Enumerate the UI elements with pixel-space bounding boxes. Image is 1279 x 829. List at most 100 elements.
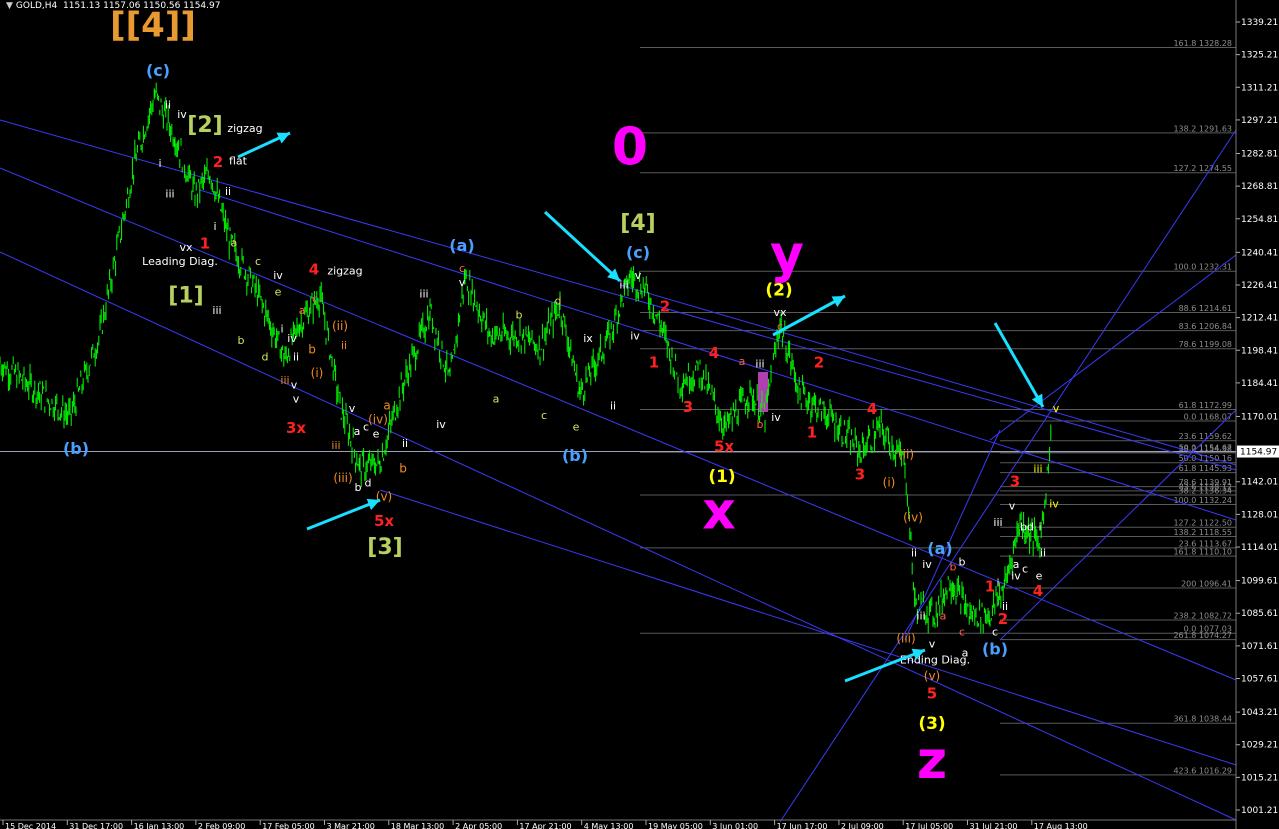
fib-label: 61.8 1172.99 bbox=[1179, 401, 1232, 410]
wave-label: [4] bbox=[620, 211, 655, 236]
wave-label: iii bbox=[331, 439, 340, 452]
fib-label: 261.8 1074.27 bbox=[1173, 631, 1232, 640]
wave-label: ix bbox=[583, 332, 593, 345]
wave-label: 3x bbox=[286, 419, 306, 437]
wave-label: i bbox=[280, 323, 283, 336]
fib-label: 361.8 1038.44 bbox=[1173, 715, 1232, 724]
time-tick-label: 17 Aug 13:00 bbox=[1034, 822, 1088, 829]
wave-label: v bbox=[459, 276, 466, 289]
fib-label: 78.6 1199.08 bbox=[1179, 340, 1232, 349]
wave-label: x bbox=[702, 481, 736, 541]
wave-label: a bbox=[354, 425, 361, 438]
wave-label: v bbox=[291, 379, 298, 392]
wave-label: 4 bbox=[867, 400, 877, 418]
wave-label: (b) bbox=[562, 446, 588, 465]
wave-label: 5 bbox=[927, 685, 937, 703]
wave-label: (a) bbox=[449, 236, 474, 255]
fib-label: 423.6 1016.29 bbox=[1173, 766, 1232, 775]
wave-label: ii bbox=[293, 351, 299, 364]
fib-label: 200 1096.41 bbox=[1181, 580, 1232, 589]
price-tick-label: 1142.01 bbox=[1241, 478, 1278, 488]
wave-label: b bbox=[355, 481, 362, 494]
fib-label: 0.0 1168.07 bbox=[1184, 412, 1232, 421]
collapse-icon[interactable]: ▼ bbox=[6, 1, 13, 11]
wave-label: c bbox=[459, 262, 465, 275]
wave-label: iii bbox=[1033, 462, 1042, 475]
wave-label: c bbox=[312, 292, 318, 305]
fib-label: 127.2 1274.55 bbox=[1173, 164, 1232, 173]
time-tick-label: 17 Jul 05:00 bbox=[905, 822, 953, 829]
price-tick-label: 1170.01 bbox=[1241, 412, 1278, 422]
fib-label: 138.2 1291.63 bbox=[1173, 124, 1232, 133]
wave-label: 3 bbox=[683, 398, 693, 416]
wave-label: ii bbox=[165, 99, 171, 112]
wave-label: (iv) bbox=[368, 412, 388, 426]
wave-label: b bbox=[399, 461, 407, 475]
wave-label: 5x bbox=[374, 512, 394, 530]
wave-label: b bbox=[238, 334, 245, 347]
wave-label: (v) bbox=[924, 669, 940, 683]
wave-label: b bbox=[757, 418, 764, 431]
time-tick-label: 31 Jul 21:00 bbox=[970, 822, 1018, 829]
wave-label: (i) bbox=[311, 366, 324, 380]
wave-label: iii bbox=[755, 358, 764, 371]
price-tick-label: 1254.81 bbox=[1241, 215, 1278, 225]
time-tick-label: 2 Jul 09:00 bbox=[841, 822, 884, 829]
wave-label: iii bbox=[916, 609, 925, 622]
fib-label: 238.2 1082.72 bbox=[1173, 611, 1232, 620]
wave-label: c bbox=[959, 626, 965, 639]
wave-label: zigzag bbox=[327, 264, 362, 277]
arrow-line bbox=[993, 322, 1045, 408]
price-tick-label: 1099.61 bbox=[1241, 577, 1278, 587]
wave-label: iv bbox=[177, 108, 187, 121]
wave-label: (a) bbox=[927, 539, 952, 558]
time-tick-label: 15 Dec 2014 bbox=[5, 822, 56, 829]
wave-label: e bbox=[275, 285, 282, 298]
wave-label: iv bbox=[287, 332, 297, 345]
wave-labels: [[4]](c)iiiviiii[2] zigzag2 flatiiivx 1Lead… bbox=[63, 5, 1060, 790]
wave-label: i bbox=[996, 577, 999, 590]
wave-label: e bbox=[373, 427, 380, 440]
wave-label: 3 bbox=[1010, 472, 1020, 490]
time-tick-label: 16 Jan 13:00 bbox=[134, 822, 185, 829]
time-axis: 15 Dec 2014 31 Dec 17:00 16 Jan 13:00 2 Feb… bbox=[0, 819, 1236, 829]
price-chart[interactable]: 161.8 1328.28138.2 1291.63127.2 1274.551… bbox=[0, 0, 1279, 829]
wave-label: (iii) bbox=[333, 471, 352, 485]
price-tick-label: 1268.81 bbox=[1241, 182, 1278, 192]
time-tick-label: 4 May 13:00 bbox=[584, 822, 634, 829]
wave-label: 1 bbox=[807, 423, 817, 441]
time-tick-label: 31 Dec 17:00 bbox=[69, 822, 123, 829]
wave-label: 2 bbox=[814, 354, 824, 372]
wave-label: a bbox=[493, 393, 500, 406]
time-tick-label: 3 Jun 01:00 bbox=[712, 822, 758, 829]
wave-label: v bbox=[1053, 402, 1060, 415]
wave-label: iv bbox=[273, 269, 283, 282]
time-tick-label: 17 Feb 05:00 bbox=[262, 822, 314, 829]
wave-label: i bbox=[213, 220, 216, 233]
wave-label: [1] bbox=[168, 283, 203, 308]
wave-label: 1 bbox=[649, 354, 659, 372]
wave-label: Leading Diag. bbox=[142, 255, 218, 268]
wave-label: (b) bbox=[63, 439, 89, 458]
price-tick-label: 1085.61 bbox=[1241, 609, 1278, 619]
price-tick-label: 1043.21 bbox=[1241, 708, 1278, 718]
wave-label: ii bbox=[610, 399, 616, 412]
price-tick-label: 1282.81 bbox=[1241, 149, 1278, 159]
wave-label: iv bbox=[630, 330, 640, 343]
wave-label: (ii) bbox=[898, 447, 914, 461]
wave-label: a bbox=[739, 355, 746, 368]
wave-label: c bbox=[363, 420, 369, 433]
wave-label: b bbox=[308, 343, 316, 357]
wave-label: ii bbox=[1002, 600, 1008, 613]
price-tick-label: 1325.21 bbox=[1241, 51, 1278, 61]
fib-label: 83.6 1206.84 bbox=[1179, 322, 1232, 331]
wave-label: c bbox=[1022, 563, 1028, 576]
wave-label: bd bbox=[1020, 521, 1034, 534]
wave-label: iii bbox=[280, 374, 289, 387]
wave-label: a bbox=[231, 236, 238, 249]
wave-label: 4 bbox=[709, 344, 719, 362]
wave-label: [2] bbox=[187, 113, 222, 138]
wave-label: a bbox=[383, 398, 390, 412]
wave-label: iii bbox=[165, 187, 174, 200]
fib-label: 38.2 1136.34 bbox=[1179, 486, 1232, 495]
